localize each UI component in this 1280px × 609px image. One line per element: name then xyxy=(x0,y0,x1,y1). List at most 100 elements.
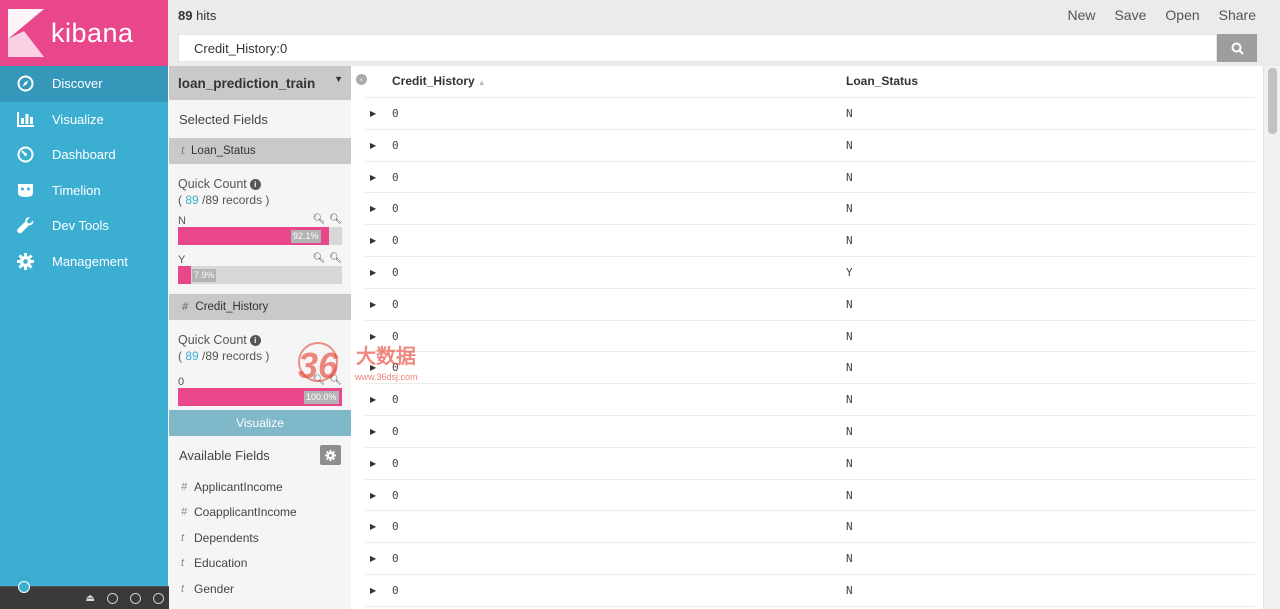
expand-row-icon[interactable]: ▶ xyxy=(370,109,376,118)
table-row[interactable]: ▶ 0 N xyxy=(365,321,1255,353)
nav-item-dashboard[interactable]: Dashboard xyxy=(0,137,168,173)
expand-row-icon[interactable]: ▶ xyxy=(370,141,376,150)
visualize-button[interactable]: Visualize xyxy=(169,410,351,436)
value-bar[interactable]: 92.1% xyxy=(178,227,342,245)
share-button[interactable]: Share xyxy=(1219,7,1256,23)
save-button[interactable]: Save xyxy=(1114,7,1146,23)
expand-row-icon[interactable]: ▶ xyxy=(370,268,376,277)
value-bar-row: 0 🔍︎ 🔍︎ 100.0% xyxy=(169,371,351,410)
quick-count-label: Quick Count xyxy=(178,177,247,191)
dock-circle-icon[interactable] xyxy=(107,592,118,604)
zoom-in-icon[interactable]: 🔍︎ xyxy=(313,214,326,225)
eject-icon[interactable]: ⏏ xyxy=(86,593,95,604)
info-icon[interactable]: i xyxy=(249,179,261,190)
table-row[interactable]: ▶ 0 N xyxy=(365,225,1255,257)
document-table: ‹ Credit_History ▲ Loan_Status ▶ 0 N ▶ 0 N ▶ 0 N ▶… xyxy=(351,66,1263,609)
expand-row-icon[interactable]: ▶ xyxy=(370,173,376,182)
zoom-out-icon[interactable]: 🔍︎ xyxy=(329,253,342,264)
table-row[interactable]: ▶ 0 N xyxy=(365,543,1255,575)
new-button[interactable]: New xyxy=(1067,7,1095,23)
query-input[interactable]: Credit_History:0 xyxy=(178,34,1217,62)
number-type-icon: # xyxy=(181,301,190,313)
table-row[interactable]: ▶ 0 N xyxy=(365,352,1255,385)
available-fields-list: # ApplicantIncome # CoapplicantIncome t Depen… xyxy=(169,474,351,602)
available-field[interactable]: t Dependents xyxy=(169,525,351,551)
left-nav: kibana Discover Visualize Dashboard Time… xyxy=(0,0,168,609)
table-row[interactable]: ▶ 0 N xyxy=(365,480,1255,512)
table-row[interactable]: ▶ 0 N xyxy=(365,575,1255,607)
quick-count-title: Quick Count i xyxy=(169,320,351,347)
available-field[interactable]: # CoapplicantIncome xyxy=(169,500,351,526)
selected-field-credit-history[interactable]: # Credit_History xyxy=(169,294,351,320)
hits-count: 89 hits xyxy=(178,8,216,23)
zoom-out-icon[interactable]: 🔍︎ xyxy=(329,214,342,225)
vertical-scrollbar[interactable] xyxy=(1263,66,1280,609)
expand-row-icon[interactable]: ▶ xyxy=(370,236,376,245)
dashboard-icon xyxy=(16,146,34,164)
expand-row-icon[interactable]: ▶ xyxy=(370,395,376,404)
cell-loan-status: N xyxy=(846,456,853,470)
cell-credit-history: 0 xyxy=(392,170,399,184)
available-field[interactable]: t Education xyxy=(169,551,351,577)
nav-item-management[interactable]: Management xyxy=(0,244,168,280)
index-pattern-selector[interactable]: loan_prediction_train ▼ xyxy=(169,66,351,100)
table-row[interactable]: ▶ 0 N xyxy=(365,384,1255,416)
selected-fields-title: Selected Fields xyxy=(179,111,268,127)
column-header-loan-status[interactable]: Loan_Status xyxy=(846,74,918,88)
table-row[interactable]: ▶ 0 N xyxy=(365,511,1255,544)
available-fields-header: Available Fields xyxy=(169,436,351,474)
expand-row-icon[interactable]: ▶ xyxy=(370,427,376,436)
table-row[interactable]: ▶ 0 N xyxy=(365,193,1255,226)
records-count[interactable]: 89 xyxy=(185,349,198,363)
value-bar[interactable]: 100.0% xyxy=(178,388,342,406)
table-row[interactable]: ▶ 0 N xyxy=(365,289,1255,321)
dock-circle-icon[interactable] xyxy=(130,592,141,604)
field-settings-button[interactable] xyxy=(320,445,341,465)
expand-row-icon[interactable]: ▶ xyxy=(370,459,376,468)
expand-row-icon[interactable]: ▶ xyxy=(370,204,376,213)
nav-item-discover[interactable]: Discover xyxy=(0,66,168,102)
table-row[interactable]: ▶ 0 N xyxy=(365,162,1255,194)
scrollbar-thumb[interactable] xyxy=(1268,68,1277,134)
cell-loan-status: N xyxy=(846,138,853,152)
expand-row-icon[interactable]: ▶ xyxy=(370,491,376,500)
cell-loan-status: N xyxy=(846,297,853,311)
sort-asc-icon[interactable]: ▲ xyxy=(478,78,486,87)
hits-label: hits xyxy=(196,8,217,23)
expand-row-icon[interactable]: ▶ xyxy=(370,586,376,595)
table-row[interactable]: ▶ 0 N xyxy=(365,98,1255,130)
help-icon[interactable] xyxy=(18,581,30,593)
nav-item-visualize[interactable]: Visualize xyxy=(0,102,168,138)
open-button[interactable]: Open xyxy=(1165,7,1199,23)
field-name: ApplicantIncome xyxy=(194,479,283,494)
nav-item-dev-tools[interactable]: Dev Tools xyxy=(0,208,168,244)
expand-row-icon[interactable]: ▶ xyxy=(370,554,376,563)
zoom-in-icon[interactable]: 🔍︎ xyxy=(313,253,326,264)
column-header-credit-history[interactable]: Credit_History ▲ xyxy=(392,74,486,88)
records-count[interactable]: 89 xyxy=(185,193,198,207)
table-row[interactable]: ▶ 0 N xyxy=(365,448,1255,480)
info-icon[interactable]: i xyxy=(249,335,261,346)
caret-down-icon[interactable]: ▼ xyxy=(334,74,343,84)
string-type-icon: t xyxy=(181,145,186,157)
selected-field-loan-status[interactable]: t Loan_Status xyxy=(169,138,351,164)
expand-row-icon[interactable]: ▶ xyxy=(370,300,376,309)
expand-row-icon[interactable]: ▶ xyxy=(370,363,376,372)
table-row[interactable]: ▶ 0 N xyxy=(365,416,1255,448)
table-row[interactable]: ▶ 0 N xyxy=(365,130,1255,162)
search-button[interactable] xyxy=(1217,34,1257,62)
collapse-sidebar-icon[interactable]: ‹ xyxy=(356,74,367,85)
compass-icon xyxy=(16,75,34,93)
filter-icons: 🔍︎ 🔍︎ xyxy=(313,375,342,386)
zoom-in-icon[interactable]: 🔍︎ xyxy=(313,375,326,386)
table-row[interactable]: ▶ 0 Y xyxy=(365,257,1255,289)
available-field[interactable]: t Gender xyxy=(169,576,351,602)
expand-row-icon[interactable]: ▶ xyxy=(370,522,376,531)
available-field[interactable]: # ApplicantIncome xyxy=(169,474,351,500)
dock-circle-icon[interactable] xyxy=(153,592,164,604)
expand-row-icon[interactable]: ▶ xyxy=(370,332,376,341)
value-bar[interactable]: 7.9% xyxy=(178,266,342,284)
zoom-out-icon[interactable]: 🔍︎ xyxy=(329,375,342,386)
kibana-logo[interactable]: kibana xyxy=(0,0,168,66)
nav-item-timelion[interactable]: Timelion xyxy=(0,173,168,209)
